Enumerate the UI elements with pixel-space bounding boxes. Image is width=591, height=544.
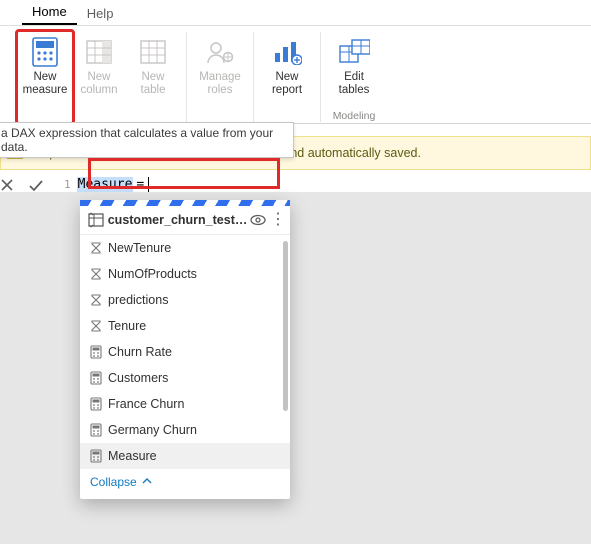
ribbon-group-label: Modeling (327, 110, 381, 122)
formula-commit-button[interactable] (28, 178, 56, 192)
fields-list: NewTenure NumOfProducts predictions Tenure C… (80, 235, 290, 469)
measure-icon (90, 397, 108, 411)
edit-tables-button[interactable]: Edittables (327, 32, 381, 122)
field-label: predictions (108, 293, 168, 307)
tab-help[interactable]: Help (77, 3, 124, 25)
calculator-icon (29, 36, 61, 68)
field-item[interactable]: Germany Churn (80, 417, 290, 443)
more-options-button[interactable]: ⋮ (270, 214, 286, 226)
column-icon (83, 36, 115, 68)
field-label: Customers (108, 371, 168, 385)
field-label: France Churn (108, 397, 184, 411)
table-icon (88, 212, 108, 228)
formula-cancel-button[interactable] (0, 178, 28, 192)
new-table-button: Newtable (126, 32, 180, 122)
fields-popup: customer_churn_test_... ⋮ NewTenure NumOf… (80, 200, 290, 499)
measure-icon (90, 423, 108, 437)
field-label: Measure (108, 449, 157, 463)
sigma-icon (90, 268, 108, 280)
field-label: NewTenure (108, 241, 171, 255)
measure-icon (90, 449, 108, 463)
new-report-button[interactable]: Newreport (260, 32, 314, 122)
field-label: Tenure (108, 319, 146, 333)
field-item[interactable]: France Churn (80, 391, 290, 417)
field-label: Germany Churn (108, 423, 197, 437)
collapse-link[interactable]: Collapse (80, 469, 290, 499)
ribbon: Newmeasure Newcolumn Newtable Managerole… (0, 26, 591, 124)
edit-tables-icon (338, 36, 370, 68)
popup-title: customer_churn_test_... (108, 213, 251, 227)
sigma-icon (90, 320, 108, 332)
scrollbar-thumb[interactable] (283, 241, 288, 411)
field-item[interactable]: Customers (80, 365, 290, 391)
roles-icon (204, 36, 236, 68)
field-label: NumOfProducts (108, 267, 197, 281)
sigma-icon (90, 294, 108, 306)
field-label: Churn Rate (108, 345, 172, 359)
field-item[interactable]: Tenure (80, 313, 290, 339)
text-cursor (148, 177, 149, 193)
field-item[interactable]: Measure (80, 443, 290, 469)
field-item[interactable]: NewTenure (80, 235, 290, 261)
formula-selected-word: Measure (77, 177, 134, 192)
field-item[interactable]: Churn Rate (80, 339, 290, 365)
tooltip: a DAX expression that calculates a value… (0, 122, 294, 158)
bar-chart-icon (271, 36, 303, 68)
sigma-icon (90, 242, 108, 254)
visibility-toggle[interactable] (250, 214, 270, 226)
tab-home[interactable]: Home (22, 1, 77, 25)
measure-icon (90, 345, 108, 359)
model-canvas[interactable]: customer_churn_test_... ⋮ NewTenure NumOf… (0, 192, 591, 544)
field-item[interactable]: NumOfProducts (80, 261, 290, 287)
new-column-button: Newcolumn (72, 32, 126, 122)
new-measure-button[interactable]: Newmeasure (18, 32, 72, 122)
manage-roles-button: Manageroles (193, 32, 247, 122)
table-icon (137, 36, 169, 68)
measure-icon (90, 371, 108, 385)
formula-lineno: 1 (56, 178, 77, 191)
field-item[interactable]: predictions (80, 287, 290, 313)
